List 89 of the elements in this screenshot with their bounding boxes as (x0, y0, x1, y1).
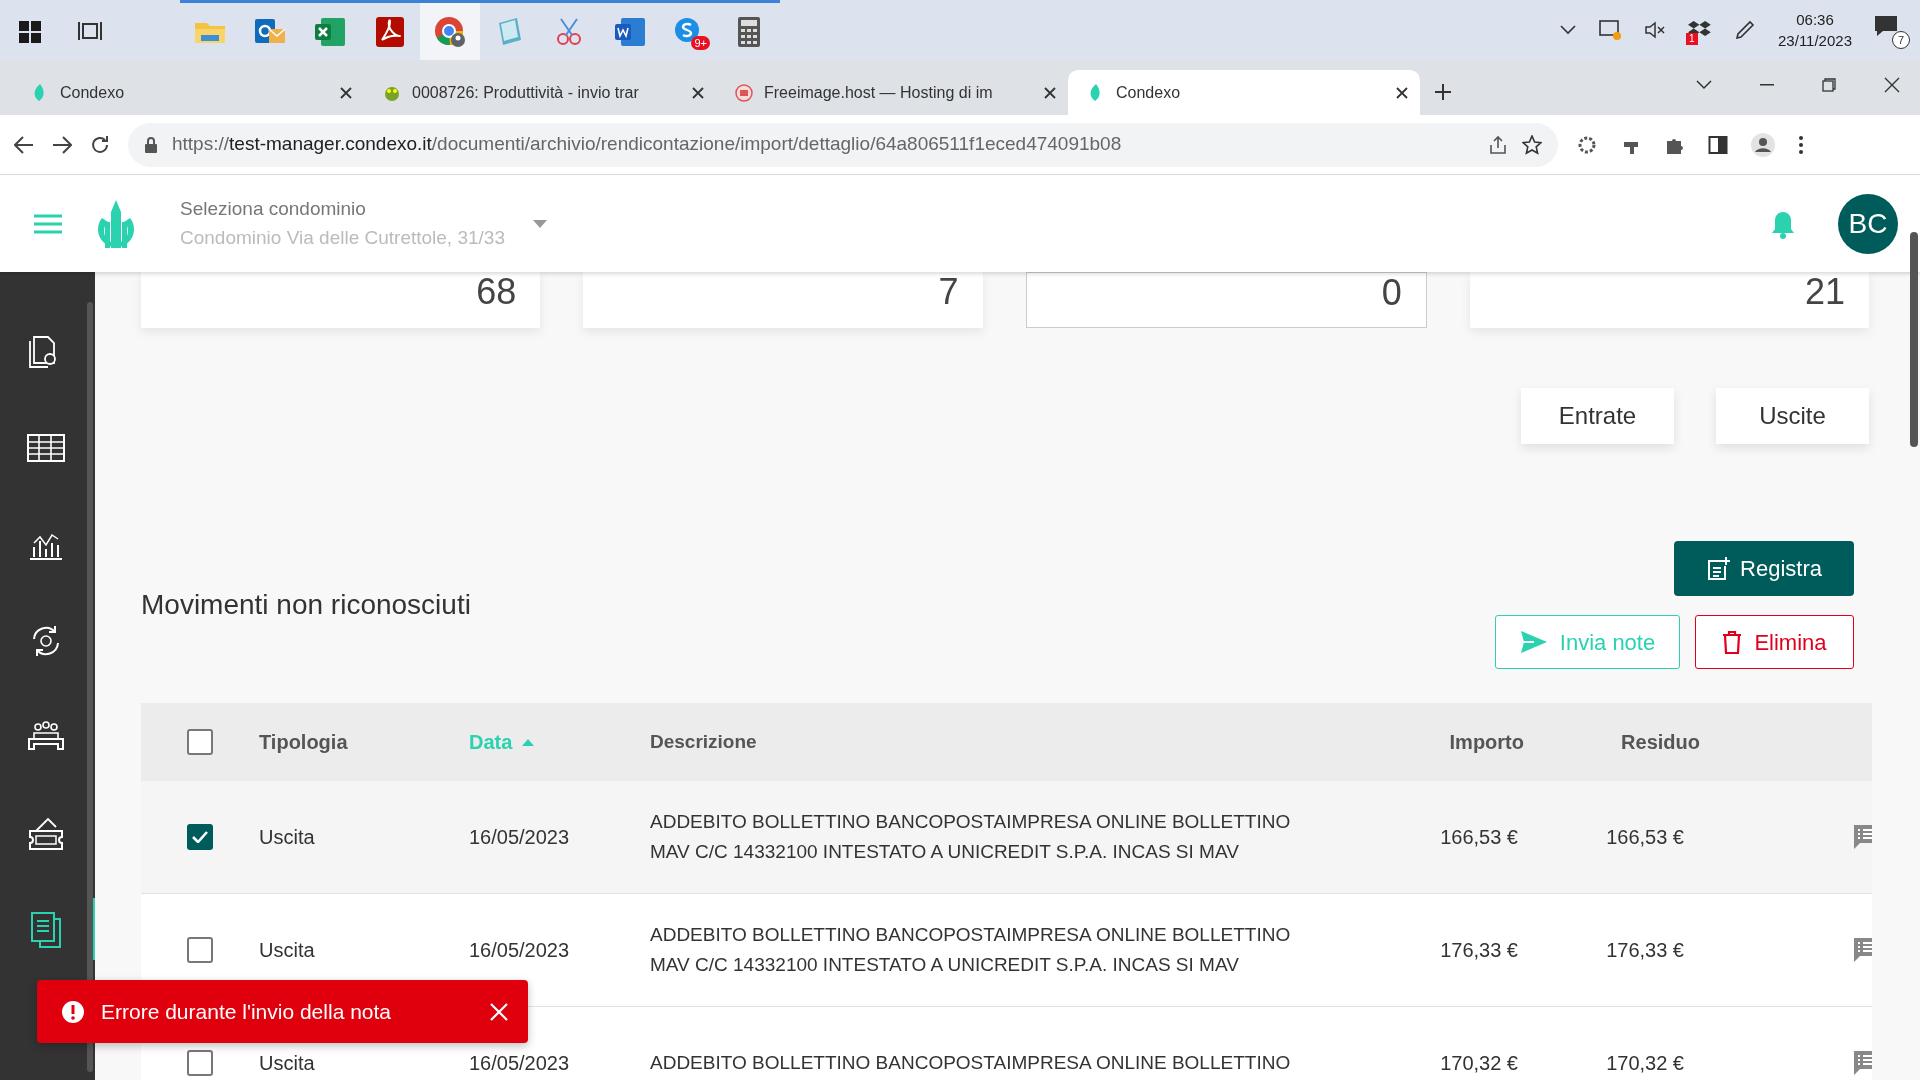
restore-icon[interactable] (1822, 78, 1836, 92)
windows-logo-icon (19, 20, 41, 43)
column-header: Importo (1449, 731, 1524, 753)
scrollbar[interactable] (1910, 232, 1918, 447)
check-icon (192, 831, 208, 843)
table-cell: ADDEBITO BOLLETTINO BANCOPOSTAIMPRESA ONLINE BOLLETTINO (650, 1052, 1291, 1073)
delete-button[interactable]: Elimina (1695, 615, 1854, 669)
forward-arrow-icon[interactable] (52, 135, 72, 154)
task-view-icon (78, 20, 102, 43)
table-cell: 170,32 € (1440, 1052, 1518, 1074)
close-icon[interactable] (1044, 86, 1056, 99)
reload-icon[interactable] (90, 134, 110, 155)
plus-icon[interactable] (1434, 83, 1452, 101)
star-icon[interactable] (1522, 134, 1542, 155)
scrollbar[interactable] (87, 302, 93, 1072)
stat-card: 68 (141, 272, 541, 328)
url-text: https://test-manager.condexo.it/documenti/archivio/rendicontazione/import/dettaglio/64a806511f1eced474091b08 (172, 132, 1123, 157)
filter-button[interactable]: Entrate (1521, 388, 1674, 444)
profile-icon[interactable] (1750, 131, 1776, 158)
condominium-selector[interactable]: Seleziona condominio Condominio Via delle Cutrettole, 31/33 (180, 195, 547, 252)
notes-button[interactable] (1854, 1049, 1872, 1077)
close-icon[interactable] (1884, 77, 1900, 93)
browser-tab[interactable]: Condexo (12, 70, 364, 115)
close-icon[interactable] (340, 86, 352, 99)
toast-message: Errore durante l'invio della nota (101, 998, 392, 1025)
checkbox[interactable] (187, 1050, 213, 1076)
column-header: Tipologia (259, 731, 348, 753)
browser-tab[interactable]: Freeimage.host — Hosting di im (716, 70, 1068, 115)
checkbox[interactable] (187, 937, 213, 963)
clock-time: 06:36 (1795, 10, 1835, 30)
back-arrow-icon[interactable] (14, 135, 34, 154)
table-cell: Uscita (259, 826, 315, 848)
close-icon[interactable] (692, 86, 704, 99)
table-cell: 170,32 € (1606, 1052, 1684, 1074)
checkbox[interactable] (187, 729, 213, 755)
taskbar-app-button[interactable] (420, 0, 480, 60)
stat-card: 0 (1025, 272, 1427, 328)
chevron-up-icon[interactable] (1560, 25, 1577, 35)
column-header: Residuo (1621, 731, 1700, 753)
close-button[interactable] (490, 1002, 508, 1021)
address-bar[interactable]: https://test-manager.condexo.it/documenti/archivio/rendicontazione/import/dettaglio/64a806511f1eced474091b08 (128, 122, 1558, 167)
side-panel-icon[interactable] (1708, 134, 1728, 155)
image-icon (734, 82, 754, 103)
trash-icon (1722, 630, 1743, 654)
register-button[interactable]: Registra (1674, 541, 1854, 596)
browser-tab[interactable]: Condexo (1068, 70, 1420, 115)
table-cell-text: 16/05/2023 (469, 938, 570, 963)
checkbox[interactable] (187, 824, 213, 850)
more-icon[interactable] (1798, 134, 1804, 155)
note-add-icon (1706, 556, 1731, 581)
table-cell: 176,33 € (1440, 939, 1518, 961)
message-icon (1874, 15, 1898, 37)
table-cell: Uscita (259, 939, 315, 961)
stat-card: 21 (1469, 272, 1869, 328)
close-icon[interactable] (1396, 86, 1408, 99)
browser-app-icon (433, 14, 467, 49)
column-header: Descrizione (650, 731, 757, 752)
section-title: Movimenti non riconosciuti (141, 588, 471, 622)
chevron-down-icon[interactable] (1696, 80, 1712, 90)
table-cell: ADDEBITO BOLLETTINO BANCOPOSTAIMPRESA ONLINE BOLLETTINO MAV C/C 14332100 INTESTATO A UNICREDIT S.P.A. INCAS SI MAV (650, 924, 1291, 975)
clock-date: 23/11/2023 (1778, 31, 1852, 51)
filter-button[interactable]: Uscite (1716, 388, 1869, 444)
speaker-muted-icon[interactable] (1644, 20, 1667, 40)
stat-card: 7 (583, 272, 983, 328)
notes-button[interactable] (1854, 936, 1872, 964)
notification-badge: 9+ (691, 36, 710, 50)
lock-icon (144, 136, 158, 153)
share-icon[interactable] (1488, 134, 1508, 155)
pdf-app-icon (373, 14, 407, 49)
user-avatar[interactable]: BC (1838, 193, 1898, 254)
browser-tab[interactable]: 0008726: Produttività - invio trar (364, 70, 716, 115)
table-cell: 166,53 € (1606, 826, 1684, 848)
table-cell: ADDEBITO BOLLETTINO BANCOPOSTAIMPRESA ONLINE BOLLETTINO MAV C/C 14332100 INTESTATO A UNICREDIT S.P.A. INCAS SI MAV (650, 811, 1291, 862)
close-icon (490, 1002, 508, 1021)
notes-button[interactable] (1854, 823, 1872, 851)
send-icon (1519, 630, 1548, 654)
display-icon[interactable] (1598, 19, 1623, 41)
minimize-icon[interactable] (1760, 84, 1774, 86)
pen-icon[interactable] (1734, 19, 1757, 41)
menu-icon (34, 213, 62, 234)
tray-badge: 1 (1686, 33, 1698, 45)
caret-down-icon (532, 219, 547, 228)
table-cell-text: 16/05/2023 (469, 825, 570, 850)
table-cell: 166,53 € (1440, 826, 1518, 848)
table-cell-text: 16/05/2023 (469, 1051, 570, 1076)
error-icon (61, 999, 85, 1024)
table-cell: Uscita (259, 1052, 315, 1074)
notification-count: 7 (1892, 31, 1910, 49)
table-cell: 176,33 € (1606, 939, 1684, 961)
